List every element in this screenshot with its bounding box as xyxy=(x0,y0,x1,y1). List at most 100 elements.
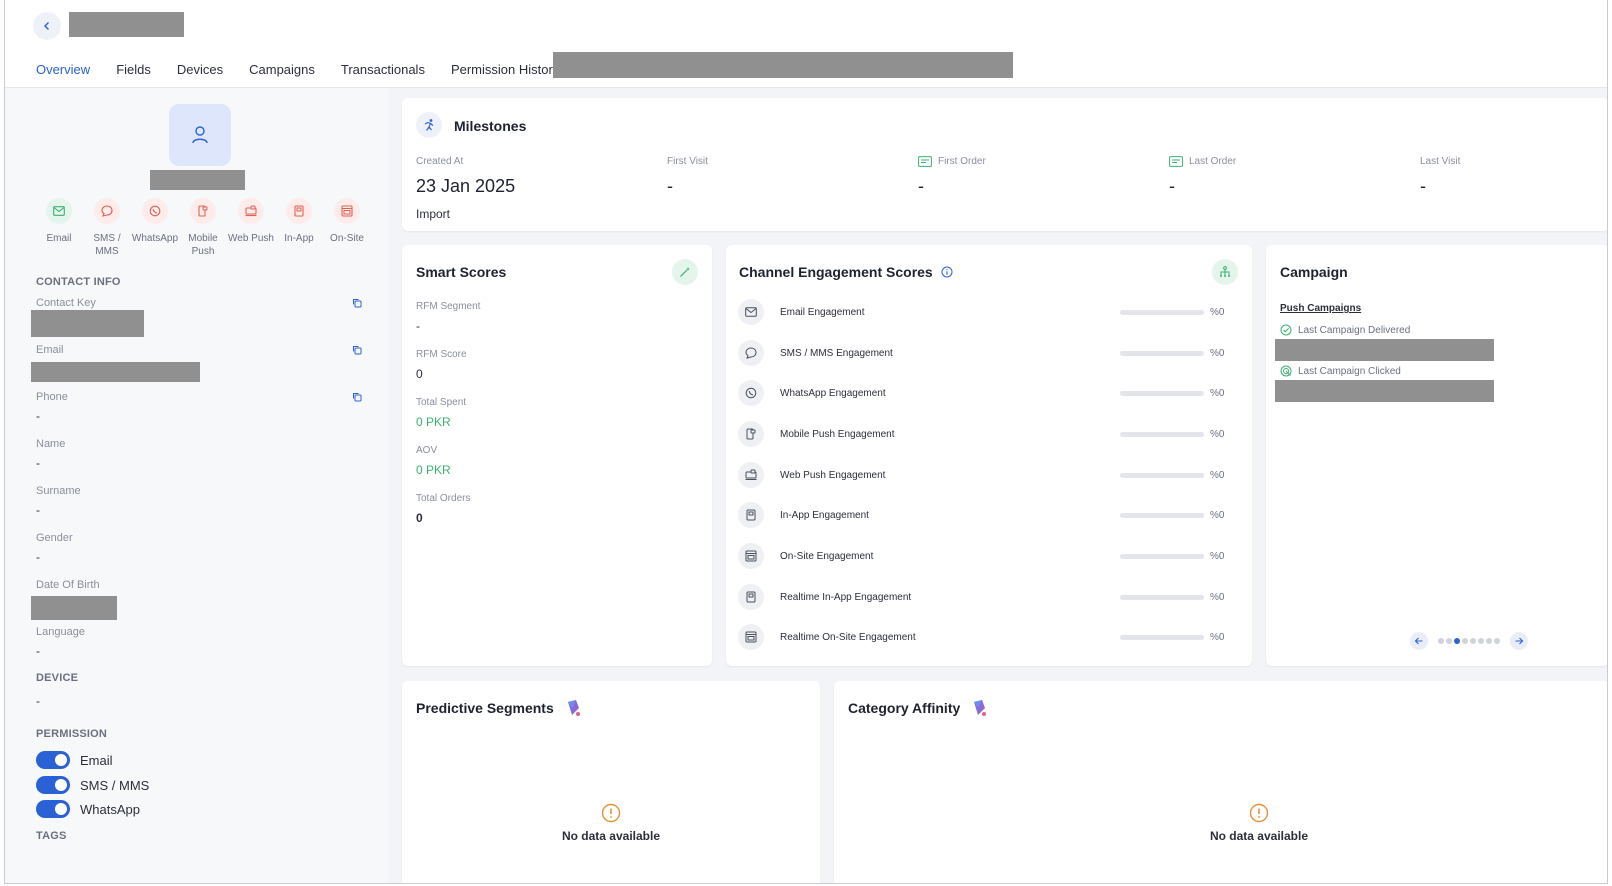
copy-icon[interactable] xyxy=(352,345,362,355)
phone-value: - xyxy=(36,409,40,423)
milestones-card: Milestones Created At 23 Jan 2025 Import… xyxy=(402,98,1607,231)
engagement-title: Channel Engagement Scores xyxy=(739,264,933,280)
mail-icon xyxy=(46,198,72,224)
redacted-delivered-campaign xyxy=(1275,339,1494,361)
email-permission-toggle[interactable] xyxy=(36,751,70,769)
in-app-icon xyxy=(286,198,312,224)
milestone-icon xyxy=(416,112,442,138)
created-at: Created At 23 Jan 2025 Import xyxy=(416,154,515,222)
ai-sparkle-icon xyxy=(567,700,580,716)
user-icon xyxy=(192,126,208,144)
first-order-label: First Order xyxy=(938,155,986,167)
rfm-segment-label: RFM Segment xyxy=(416,301,481,312)
channel-sms[interactable]: SMS / MMS xyxy=(83,198,131,258)
channel-label: In-App xyxy=(284,233,314,244)
copy-icon[interactable] xyxy=(352,392,362,402)
engagement-bar xyxy=(1120,350,1204,356)
engagement-percent: %0 xyxy=(1210,631,1225,643)
pager-next-button[interactable] xyxy=(1510,632,1528,650)
pager-dot[interactable] xyxy=(1478,638,1484,644)
engagement-label: In-App Engagement xyxy=(780,509,869,521)
channel-whatsapp[interactable]: WhatsApp xyxy=(131,198,179,258)
tab-overview[interactable]: Overview xyxy=(23,50,104,90)
channel-mobile-push[interactable]: Mobile Push xyxy=(179,198,227,258)
pager-dot[interactable] xyxy=(1454,638,1460,644)
language-label: Language xyxy=(36,626,85,638)
pager-dot[interactable] xyxy=(1494,638,1500,644)
channel-web-push[interactable]: Web Push xyxy=(227,198,275,258)
profile-panel: Email SMS / MMS WhatsApp Mobile Push Web… xyxy=(5,88,389,883)
redacted-contact-name xyxy=(69,12,184,37)
push-campaigns-link[interactable]: Push Campaigns xyxy=(1280,303,1361,314)
tab-fields[interactable]: Fields xyxy=(103,50,164,90)
tab-transactionals[interactable]: Transactionals xyxy=(328,50,438,90)
back-button[interactable] xyxy=(33,12,61,40)
engagement-bar xyxy=(1120,390,1204,396)
mobile-push-icon xyxy=(738,421,764,447)
whatsapp-permission-toggle[interactable] xyxy=(36,800,70,818)
tab-devices[interactable]: Devices xyxy=(164,50,236,90)
hierarchy-icon xyxy=(1212,259,1238,285)
engagement-percent: %0 xyxy=(1210,550,1225,562)
gender-label: Gender xyxy=(36,532,73,544)
engagement-percent: %0 xyxy=(1210,509,1225,521)
pager-prev-button[interactable] xyxy=(1410,632,1428,650)
total-orders-value: 0 xyxy=(416,511,423,525)
channel-email[interactable]: Email xyxy=(35,198,83,258)
receipt-icon xyxy=(1169,155,1183,167)
first-order-value: - xyxy=(918,176,924,196)
mobile-push-icon xyxy=(190,198,216,224)
predictive-header: Predictive Segments xyxy=(416,698,582,718)
engagement-row-whatsapp: WhatsApp Engagement %0 xyxy=(738,378,1228,408)
affinity-header: Category Affinity xyxy=(848,698,988,718)
predictive-segments-card: Predictive Segments No data available xyxy=(402,681,820,883)
name-value: - xyxy=(36,456,40,470)
engagement-percent: %0 xyxy=(1210,387,1225,399)
channel-on-site[interactable]: On-Site xyxy=(323,198,371,258)
check-circle-icon xyxy=(1280,324,1292,336)
app-window: Overview Fields Devices Campaigns Transa… xyxy=(4,0,1608,884)
pager-dot[interactable] xyxy=(1446,638,1452,644)
tab-campaigns[interactable]: Campaigns xyxy=(236,50,328,90)
device-value: - xyxy=(36,694,40,708)
engagement-row-mobile-push: Mobile Push Engagement %0 xyxy=(738,419,1228,449)
sms-permission-toggle[interactable] xyxy=(36,776,70,794)
engagement-row-realtime-in-app: Realtime In-App Engagement %0 xyxy=(738,582,1228,612)
on-site-icon xyxy=(334,198,360,224)
affinity-empty-state: No data available xyxy=(1200,803,1318,843)
last-order-value: - xyxy=(1169,176,1175,196)
channel-label: SMS / MMS xyxy=(93,233,121,257)
pager-dot[interactable] xyxy=(1438,638,1444,644)
arrow-right-icon xyxy=(1515,637,1524,645)
channel-label: On-Site xyxy=(330,233,364,244)
redacted-profile-name xyxy=(150,170,245,190)
engagement-percent: %0 xyxy=(1210,469,1225,481)
predictive-title: Predictive Segments xyxy=(416,700,554,716)
rfm-segment-value: - xyxy=(416,319,420,333)
permission-sms: SMS / MMS xyxy=(36,776,149,794)
engagement-label: On-Site Engagement xyxy=(780,550,874,562)
last-delivered-row: Last Campaign Delivered xyxy=(1280,324,1410,336)
engagement-label: Realtime In-App Engagement xyxy=(780,591,912,603)
engagement-label: Realtime On-Site Engagement xyxy=(780,631,916,643)
channel-label: Mobile Push xyxy=(188,233,218,257)
channel-label: Email xyxy=(46,233,72,244)
on-site-icon xyxy=(738,543,764,569)
engagement-label: SMS / MMS Engagement xyxy=(780,347,893,359)
engagement-bar xyxy=(1120,431,1204,437)
chat-bubble-icon xyxy=(94,198,120,224)
warning-info-icon xyxy=(601,803,621,823)
affinity-title: Category Affinity xyxy=(848,700,961,716)
engagement-bar xyxy=(1120,472,1204,478)
engagement-row-on-site: On-Site Engagement %0 xyxy=(738,541,1228,571)
pager-dot[interactable] xyxy=(1470,638,1476,644)
engagement-row-web-push: Web Push Engagement %0 xyxy=(738,460,1228,490)
language-value: - xyxy=(36,644,40,658)
redacted-dob xyxy=(31,596,117,620)
pager-dot[interactable] xyxy=(1486,638,1492,644)
channel-in-app[interactable]: In-App xyxy=(275,198,323,258)
last-delivered-label: Last Campaign Delivered xyxy=(1298,324,1411,336)
pager-dot[interactable] xyxy=(1462,638,1468,644)
copy-icon[interactable] xyxy=(352,298,362,308)
info-icon[interactable] xyxy=(941,266,953,278)
